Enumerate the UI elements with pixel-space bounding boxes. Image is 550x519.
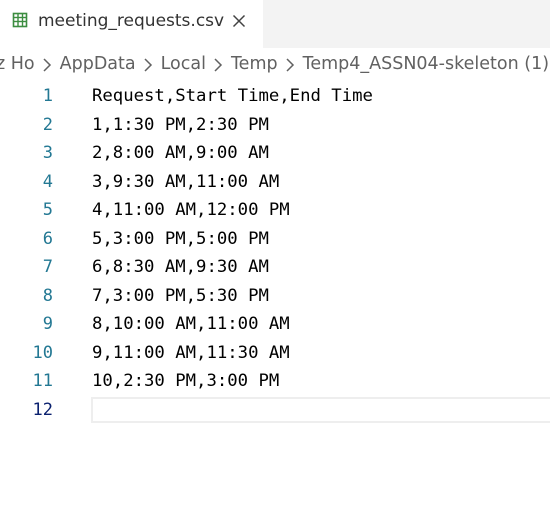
chevron-right-icon <box>285 57 295 72</box>
line-text: 3,9:30 AM,11:00 AM <box>92 171 280 192</box>
breadcrumb-item[interactable]: z Ho <box>0 54 35 74</box>
editor-line[interactable]: 10 9,11:00 AM,11:30 AM <box>0 339 550 368</box>
line-text: 7,3:00 PM,5:30 PM <box>92 285 269 306</box>
line-number: 4 <box>42 171 53 192</box>
editor-line[interactable]: 2 1,1:30 PM,2:30 PM <box>0 111 550 140</box>
editor-line[interactable]: 12 <box>0 396 550 425</box>
editor-line[interactable]: 5 4,11:00 AM,12:00 PM <box>0 196 550 225</box>
line-text: 5,3:00 PM,5:00 PM <box>92 228 269 249</box>
breadcrumb-item[interactable]: Temp4_ASSN04-skeleton (1).z <box>303 54 550 74</box>
editor-line[interactable]: 4 3,9:30 AM,11:00 AM <box>0 168 550 197</box>
tab-meeting-requests[interactable]: meeting_requests.csv <box>0 0 263 48</box>
tab-bar: meeting_requests.csv <box>0 0 550 48</box>
line-number: 10 <box>32 342 53 363</box>
breadcrumb-item[interactable]: AppData <box>60 54 136 74</box>
breadcrumb-item[interactable]: Local <box>161 54 206 74</box>
line-text: 8,10:00 AM,11:00 AM <box>92 314 290 334</box>
line-number: 3 <box>42 143 53 163</box>
line-text: Request,Start Time,End Time <box>92 86 373 106</box>
editor-line[interactable]: 7 6,8:30 AM,9:30 AM <box>0 253 550 282</box>
current-line-highlight <box>91 396 550 423</box>
line-number: 12 <box>32 399 53 420</box>
breadcrumb-item[interactable]: Temp <box>231 54 278 74</box>
line-number: 9 <box>42 314 53 334</box>
line-text: 9,11:00 AM,11:30 AM <box>92 342 290 363</box>
line-text: 6,8:30 AM,9:30 AM <box>92 257 269 277</box>
editor-line[interactable]: 11 10,2:30 PM,3:00 PM <box>0 367 550 396</box>
chevron-right-icon <box>143 57 153 72</box>
line-number: 6 <box>42 228 53 249</box>
chevron-right-icon <box>42 57 52 72</box>
editor-line[interactable]: 6 5,3:00 PM,5:00 PM <box>0 225 550 254</box>
editor[interactable]: 1 Request,Start Time,End Time 2 1,1:30 PM,2… <box>0 83 550 519</box>
line-number: 8 <box>42 285 53 306</box>
line-text: 1,1:30 PM,2:30 PM <box>92 114 269 135</box>
line-number: 2 <box>42 114 53 135</box>
tab-label: meeting_requests.csv <box>38 11 225 31</box>
breadcrumb: z Ho AppData Local Temp Temp4_ASSN04-skeleto… <box>0 48 550 83</box>
editor-line[interactable]: 3 2,8:00 AM,9:00 AM <box>0 139 550 168</box>
line-text: 4,11:00 AM,12:00 PM <box>92 200 290 220</box>
line-text: 2,8:00 AM,9:00 AM <box>92 143 269 163</box>
close-icon[interactable] <box>231 13 247 29</box>
editor-line[interactable]: 8 7,3:00 PM,5:30 PM <box>0 282 550 311</box>
line-text: 10,2:30 PM,3:00 PM <box>92 371 280 391</box>
line-number: 5 <box>42 200 53 220</box>
csv-table-icon <box>12 12 28 28</box>
chevron-right-icon <box>213 57 223 72</box>
editor-line[interactable]: 1 Request,Start Time,End Time <box>0 82 550 111</box>
line-number: 1 <box>42 86 53 106</box>
line-number: 11 <box>32 371 53 391</box>
editor-line[interactable]: 9 8,10:00 AM,11:00 AM <box>0 310 550 339</box>
line-number: 7 <box>42 257 53 277</box>
